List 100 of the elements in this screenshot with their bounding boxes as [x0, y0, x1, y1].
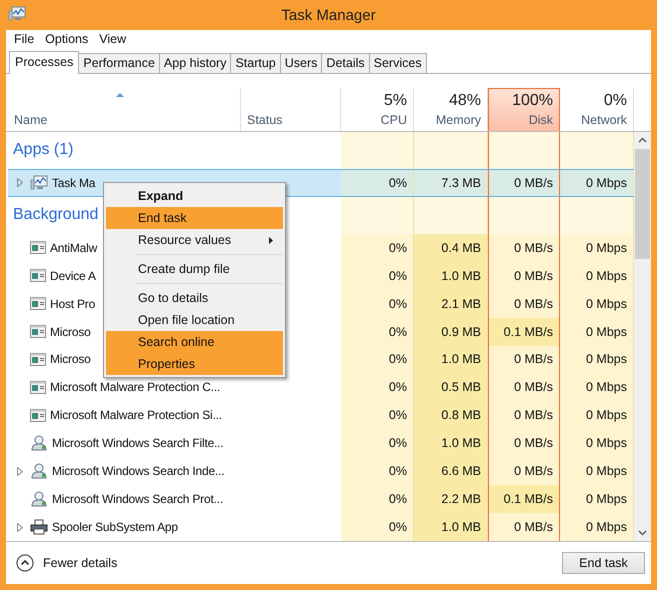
table-cell: 0 Mbps [560, 401, 634, 430]
column-header[interactable]: 0% Network [560, 88, 634, 131]
process-name: Task Ma [52, 176, 96, 190]
table-cell: 0 MB/s [488, 513, 560, 542]
table-cell: 0 Mbps [560, 170, 634, 196]
window-icon [30, 352, 46, 366]
scrollbar[interactable] [634, 132, 651, 541]
tab[interactable]: Details [321, 53, 370, 73]
tab[interactable]: App history [158, 53, 232, 73]
table-cell: 0 MB/s [488, 170, 560, 196]
table-cell: 0 Mbps [560, 262, 634, 290]
end-task-button[interactable]: End task [562, 552, 645, 574]
table-cell: 0% [341, 318, 414, 346]
user-magnifier-icon [30, 490, 48, 508]
process-name: Microsoft Malware Protection Si... [50, 408, 222, 422]
table-cell: 2.1 MB [414, 290, 488, 318]
table-cell: 0 Mbps [560, 485, 634, 514]
table-cell: 6.6 MB [414, 457, 488, 486]
user-magnifier-icon [30, 462, 48, 480]
table-cell: 0% [341, 346, 414, 374]
column-header[interactable]: 5% CPU [341, 88, 414, 131]
process-name: AntiMalw [50, 240, 98, 255]
table-cell: 0.1 MB/s [488, 318, 560, 346]
table-cell: 0% [341, 290, 414, 318]
table-cell: 0 Mbps [560, 429, 634, 458]
context-menu-item[interactable]: Properties [106, 353, 283, 375]
table-cell: 0% [341, 513, 414, 542]
table-cell: 0 Mbps [560, 318, 634, 346]
table-cell: 1.0 MB [414, 429, 488, 458]
expand-arrow-icon[interactable] [17, 178, 23, 188]
table-cell: 0 MB/s [488, 429, 560, 458]
table-cell: 0.1 MB/s [488, 485, 560, 514]
table-cell: 0.8 MB [414, 401, 488, 430]
table-cell: 0% [341, 457, 414, 486]
table-cell: 0% [341, 429, 414, 458]
table-cell: 0.9 MB [414, 318, 488, 346]
table-cell: 1.0 MB [414, 346, 488, 374]
tab[interactable]: Services [368, 53, 427, 73]
context-menu-item[interactable]: Search online [106, 331, 283, 353]
user-magnifier-icon [30, 434, 48, 452]
usage-percent: 5% [384, 92, 407, 110]
table-cell: 0.5 MB [414, 373, 488, 402]
tab[interactable]: Processes [9, 51, 80, 74]
table-cell: 7.3 MB [414, 170, 488, 196]
usage-percent: 100% [512, 92, 553, 110]
context-menu-item[interactable]: End task [106, 207, 283, 229]
process-name: Microsoft Windows Search Prot... [52, 492, 223, 506]
usage-percent: 48% [448, 92, 481, 110]
table-cell: 0 Mbps [560, 457, 634, 486]
process-name: Microsoft Windows Search Filte... [52, 436, 224, 450]
table-cell: 0% [341, 234, 414, 262]
table-cell: 0 MB/s [488, 262, 560, 290]
menu-item[interactable]: View [94, 32, 132, 46]
column-header[interactable]: 100% Disk [488, 88, 560, 131]
monitor-graph-icon [30, 174, 48, 191]
table-cell: 0% [341, 373, 414, 402]
window-icon [30, 269, 46, 282]
process-name: Host Pro [50, 296, 96, 311]
scroll-thumb[interactable] [635, 149, 650, 259]
table-cell: 1.0 MB [414, 513, 488, 542]
column-label: CPU [380, 113, 407, 127]
table-cell: 0 MB/s [488, 401, 560, 430]
context-menu-item[interactable]: Open file location [106, 309, 283, 331]
fewer-details-button[interactable]: Fewer details [14, 552, 120, 574]
table-cell: 1.0 MB [414, 262, 488, 290]
table-cell: 0 Mbps [560, 346, 634, 374]
column-header[interactable]: Status [247, 113, 282, 127]
table-cell: 0 MB/s [488, 457, 560, 486]
window-icon [30, 297, 46, 310]
window-icon [30, 408, 46, 422]
menu-item[interactable]: File [9, 32, 40, 46]
table-cell: 0 Mbps [560, 234, 634, 262]
expand-arrow-icon[interactable] [17, 466, 23, 476]
printer-icon [30, 519, 48, 536]
scroll-down-icon[interactable] [638, 530, 647, 536]
process-name: Microso [50, 352, 91, 366]
table-cell: 0% [341, 170, 414, 196]
menu-item[interactable]: Options [40, 32, 94, 46]
column-label: Disk [528, 113, 553, 127]
table-cell: 0 MB/s [488, 234, 560, 262]
column-header[interactable]: Name [14, 113, 48, 127]
tab[interactable]: Startup [230, 53, 281, 73]
table-cell: 0 Mbps [560, 290, 634, 318]
usage-percent: 0% [604, 92, 627, 110]
expand-arrow-icon[interactable] [17, 522, 23, 532]
process-name: Device A [50, 268, 96, 283]
table-cell: 0% [341, 262, 414, 290]
process-name: Microsoft Malware Protection C... [50, 380, 220, 394]
tab[interactable]: Performance [78, 53, 160, 73]
table-cell: 0% [341, 401, 414, 430]
table-cell: 2.2 MB [414, 485, 488, 514]
scroll-up-icon[interactable] [638, 137, 647, 143]
process-name: Microso [50, 324, 91, 339]
window-icon [30, 241, 46, 254]
table-cell: 0 Mbps [560, 513, 634, 542]
process-name: Microsoft Windows Search Inde... [52, 464, 224, 478]
table-cell: 0% [341, 485, 414, 514]
tab[interactable]: Users [280, 53, 322, 73]
group-title: Apps (1) [13, 141, 74, 160]
context-menu-item[interactable]: Resource values [106, 229, 283, 251]
